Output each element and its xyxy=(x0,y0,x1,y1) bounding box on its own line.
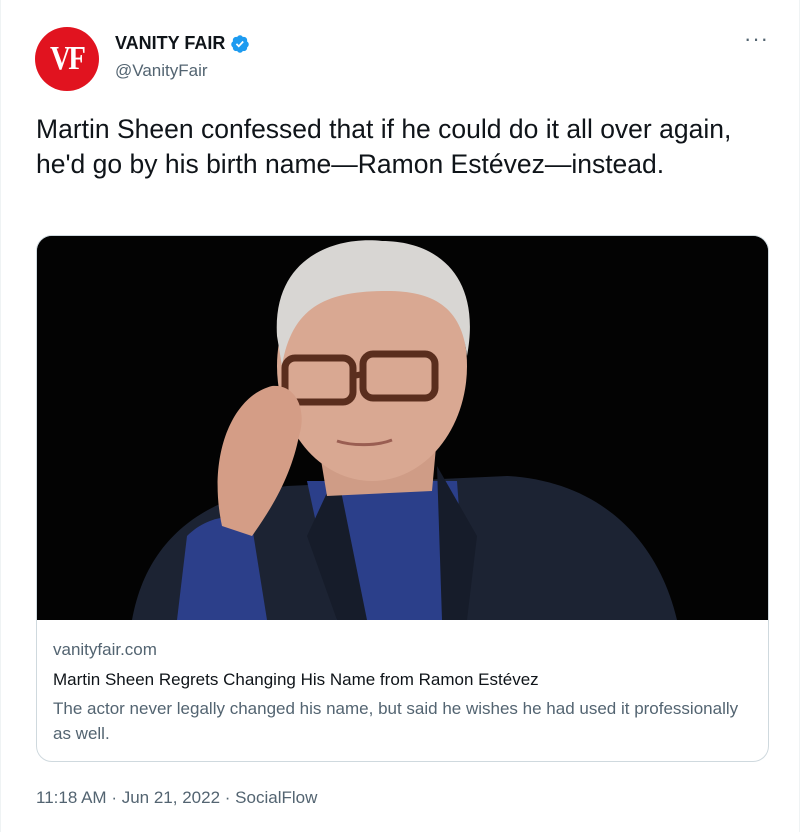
card-domain: vanityfair.com xyxy=(53,640,157,659)
tweet-time[interactable]: 11:18 AM xyxy=(36,788,107,807)
card-image[interactable] xyxy=(37,236,768,620)
card-title: Martin Sheen Regrets Changing His Name f… xyxy=(53,670,539,689)
card-description: The actor never legally changed his name… xyxy=(53,699,739,743)
portrait-photo xyxy=(37,236,768,620)
card-meta: vanityfair.com Martin Sheen Regrets Chan… xyxy=(53,640,753,746)
avatar-logo: VF xyxy=(50,40,86,77)
author-handle[interactable]: @VanityFair xyxy=(115,61,208,81)
tweet-meta: 11:18 AM · Jun 21, 2022 · SocialFlow xyxy=(36,788,317,808)
meta-separator-2: · xyxy=(224,788,231,807)
meta-separator: · xyxy=(111,788,117,807)
tweet-text: Martin Sheen confessed that if he could … xyxy=(36,114,732,179)
link-card[interactable]: vanityfair.com Martin Sheen Regrets Chan… xyxy=(36,235,769,762)
verified-badge-icon xyxy=(231,34,250,53)
author-name-row: VANITY FAIR xyxy=(115,33,250,54)
tweet-date[interactable]: Jun 21, 2022 xyxy=(122,788,220,807)
avatar[interactable]: VF xyxy=(35,27,99,91)
more-options-icon[interactable]: ··· xyxy=(744,28,769,50)
tweet: VF VANITY FAIR @VanityFair ··· Martin Sh… xyxy=(0,0,800,832)
display-name[interactable]: VANITY FAIR xyxy=(115,33,225,54)
tweet-source[interactable]: SocialFlow xyxy=(235,788,317,807)
